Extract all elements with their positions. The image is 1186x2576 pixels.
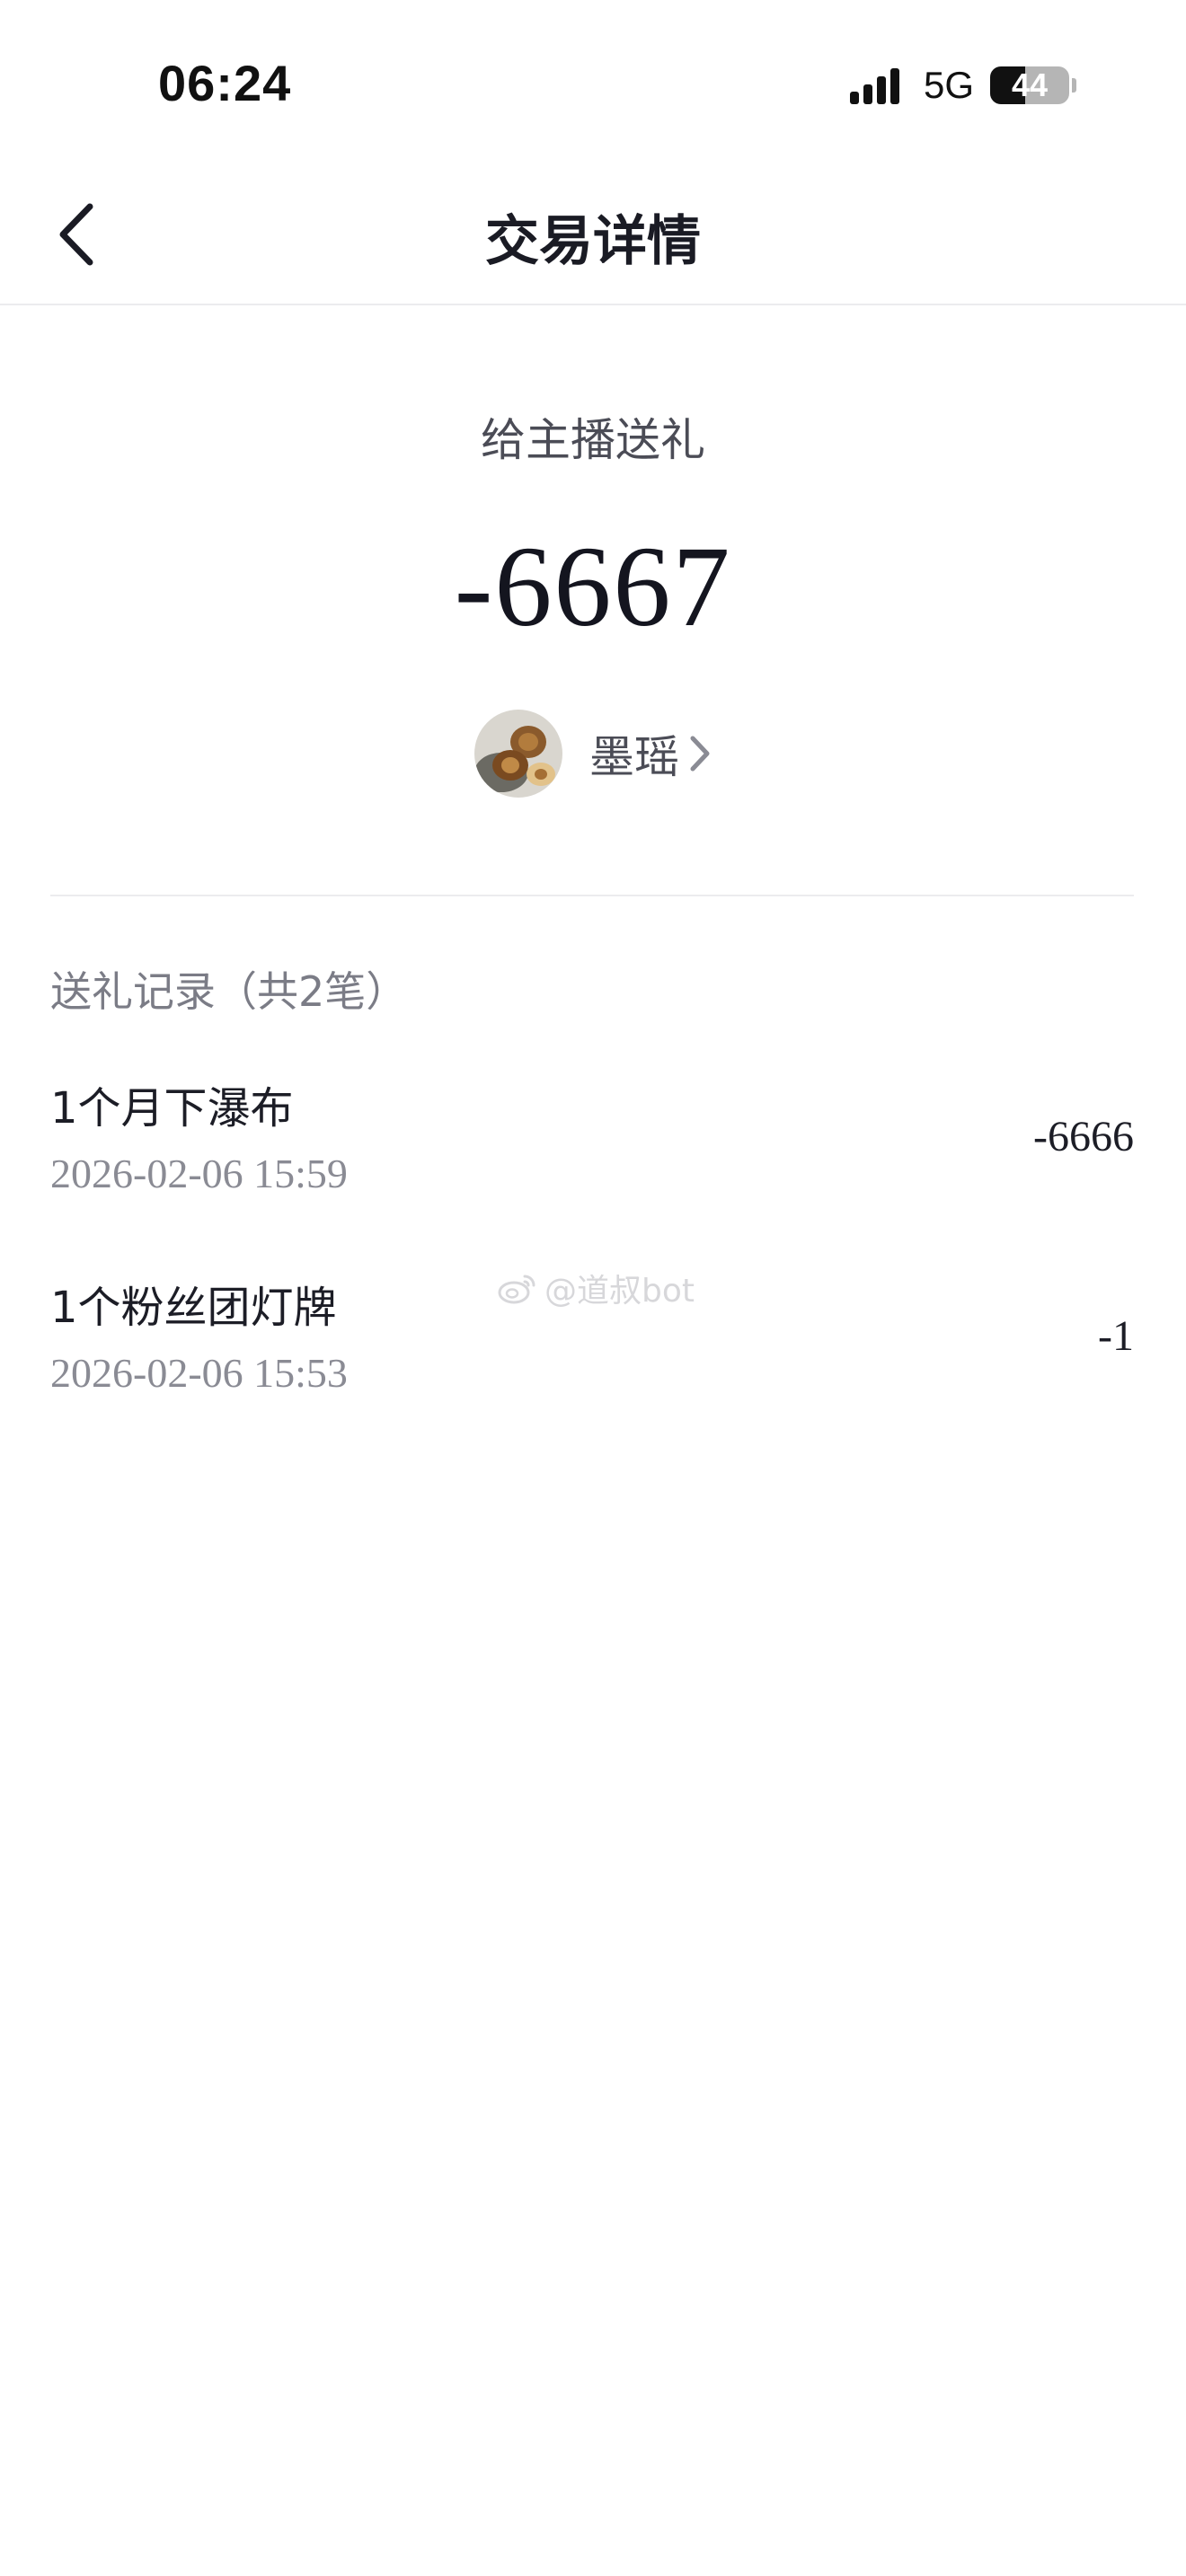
battery-level: 44 — [1011, 66, 1049, 103]
record-name: 1个月下瀑布 — [50, 1083, 294, 1134]
status-time: 06:24 — [158, 55, 292, 111]
avatar — [474, 710, 562, 798]
record-amount: -6666 — [1033, 1113, 1134, 1160]
status-indicators: 5G 44 — [849, 63, 1076, 108]
record-time: 2026-02-06 15:53 — [50, 1350, 348, 1396]
transaction-summary: 给主播送礼 -6667 墨瑶 — [0, 305, 1186, 896]
gift-records-list: 1个月下瀑布 2026-02-06 15:59 -6666 1个粉丝团灯牌 20… — [50, 1060, 1134, 1459]
chevron-right-icon — [688, 734, 712, 773]
signal-strength-icon — [849, 66, 904, 104]
page-title: 交易详情 — [485, 210, 701, 273]
watermark: @道叔bot — [498, 1265, 695, 1311]
record-name: 1个粉丝团灯牌 — [50, 1283, 337, 1333]
weibo-icon — [498, 1275, 535, 1304]
transaction-amount: -6667 — [454, 523, 732, 650]
record-amount: -1 — [1098, 1312, 1134, 1360]
recipient-name: 墨瑶 — [589, 731, 679, 783]
recipient-link[interactable]: 墨瑶 — [0, 704, 1186, 803]
status-bar: 06:24 5G 44 — [0, 0, 1186, 171]
watermark-text: @道叔bot — [544, 1273, 695, 1310]
list-item: 1个月下瀑布 2026-02-06 15:59 -6666 — [50, 1060, 1134, 1259]
battery-icon: 44 — [990, 66, 1069, 104]
records-header: 送礼记录（共2笔） — [50, 967, 408, 1016]
network-type: 5G — [923, 64, 974, 106]
divider — [50, 895, 1134, 896]
battery-nub — [1072, 78, 1076, 93]
transaction-type: 给主播送礼 — [481, 414, 705, 466]
record-time: 2026-02-06 15:59 — [50, 1151, 348, 1196]
nav-bar: 交易详情 — [0, 171, 1186, 305]
